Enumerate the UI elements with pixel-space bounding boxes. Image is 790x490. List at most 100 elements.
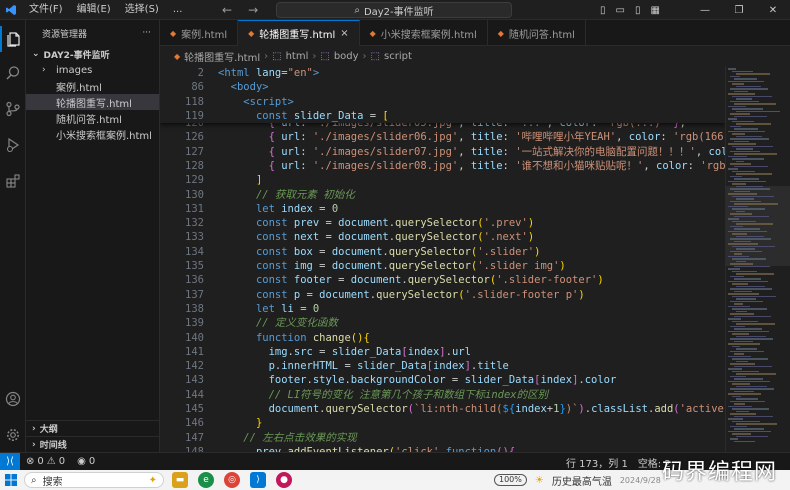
weather-text[interactable]: 历史最高气温 [552, 473, 612, 488]
minimap-line [730, 138, 769, 140]
code-line[interactable]: 147 // 左右点击效果的实现 [160, 431, 725, 445]
tree-item-carousel-html[interactable]: 轮播图重写.html [26, 94, 159, 110]
timeline-section[interactable]: › 时间线 [26, 436, 160, 452]
code-line[interactable]: 118 <script> [160, 95, 725, 109]
tab-random-qa-html[interactable]: ◆ 随机问答.html [488, 20, 586, 46]
line-number: 135 [185, 260, 204, 272]
toggle-panel-icon[interactable]: ▭ [616, 5, 625, 16]
minimap-line [732, 258, 766, 260]
code-line[interactable]: 137 const p = document.querySelector('.s… [160, 288, 725, 302]
restore-button[interactable]: ❐ [722, 0, 756, 20]
minimap-line [730, 213, 752, 215]
minimap-line [730, 200, 761, 202]
code-line[interactable]: 136 const footer = document.querySelecto… [160, 273, 725, 287]
toggle-secondary-sidebar-icon[interactable]: ▯ [635, 5, 641, 16]
more-actions-icon[interactable]: ··· [142, 28, 151, 38]
close-icon[interactable]: × [340, 28, 348, 39]
minimap-line [734, 278, 761, 280]
back-arrow-icon[interactable]: ← [222, 3, 232, 17]
minimap[interactable] [725, 66, 790, 452]
remote-icon[interactable]: ⟩⟨ [0, 452, 20, 471]
tab-case-html[interactable]: ◆ 案例.html [160, 20, 239, 46]
outline-section[interactable]: › 大纲 [26, 420, 160, 436]
cursor-position[interactable]: 行 173，列 1 [566, 455, 628, 470]
source-control-icon[interactable] [0, 96, 26, 122]
code-line[interactable]: 134 const box = document.querySelector('… [160, 245, 725, 259]
minimap-line [728, 280, 768, 282]
minimap-line [730, 313, 754, 315]
battery-indicator[interactable]: 100% [494, 474, 527, 486]
code-line[interactable]: 86 <body> [160, 80, 725, 94]
line-number: 118 [185, 95, 204, 108]
tree-item-images[interactable]: › images [26, 62, 159, 78]
code-line[interactable]: 133 const next = document.querySelector(… [160, 230, 725, 244]
minimap-line [734, 190, 750, 192]
line-number: 119 [185, 109, 204, 122]
file-explorer-icon[interactable]: ▬ [172, 472, 188, 488]
breadcrumb-file[interactable]: 轮播图重写.html [184, 49, 260, 64]
menu-file[interactable]: 文件(F) [22, 0, 70, 20]
minimize-button[interactable]: — [688, 0, 722, 20]
code-line[interactable]: 129 ] [160, 173, 725, 187]
code-line[interactable]: 144 // LI符号的变化 注意第几个孩子和数组下标index的区别 [160, 388, 725, 402]
menu-selection[interactable]: 选择(S) [118, 0, 166, 20]
windows-start-icon[interactable] [0, 470, 22, 490]
explorer-icon[interactable] [0, 26, 26, 52]
tree-item-case-html[interactable]: 案例.html [26, 78, 159, 94]
minimap-line [736, 98, 752, 100]
toggle-sidebar-icon[interactable]: ▯ [600, 5, 606, 16]
vscode-taskbar-icon[interactable]: ⟩ [250, 472, 266, 488]
menu-edit[interactable]: 编辑(E) [70, 0, 118, 20]
code-line[interactable]: 132 const prev = document.querySelector(… [160, 216, 725, 230]
command-center[interactable]: ⌕ Day2-事件监听 [276, 2, 512, 18]
minimap-line [734, 340, 753, 342]
ports-indicator[interactable]: ◉ 0 [71, 456, 101, 467]
account-icon[interactable] [0, 386, 26, 412]
run-debug-icon[interactable] [0, 132, 26, 158]
taskbar-date[interactable]: 2024/9/28 [620, 476, 661, 485]
code-line[interactable]: 139 // 定义变化函数 [160, 316, 725, 330]
code-line[interactable]: 128 { url: './images/slider08.jpg', titl… [160, 159, 725, 173]
code-line[interactable]: 119 const slider_Data = [ [160, 109, 725, 123]
code-line[interactable]: 138 let li = 0 [160, 302, 725, 316]
chevron-right-icon: › [32, 423, 36, 434]
code-line[interactable]: 135 const img = document.querySelector('… [160, 259, 725, 273]
taskbar-search[interactable]: ⌕ 搜索 ✦ [24, 472, 164, 488]
extensions-icon[interactable] [0, 168, 26, 194]
tab-xiaomi-search-html[interactable]: ◆ 小米搜索框案例.html [360, 20, 488, 46]
code-editor[interactable]: 2 <html lang="en"> 86 <body> 118 <script> 11… [160, 66, 725, 452]
workspace-section[interactable]: ⌄ DAY2-事件监听 [26, 46, 159, 62]
code-line[interactable]: 130 // 获取元素 初始化 [160, 188, 725, 202]
code-line[interactable]: 126 { url: './images/slider06.jpg', titl… [160, 130, 725, 144]
code-line[interactable]: 143 footer.style.backgroundColor = slide… [160, 373, 725, 387]
code-line[interactable]: 127 { url: './images/slider07.jpg', titl… [160, 145, 725, 159]
record-app-icon[interactable]: ● [276, 472, 292, 488]
forward-arrow-icon[interactable]: → [248, 3, 258, 17]
minimap-line [734, 128, 758, 130]
breadcrumb-script[interactable]: script [384, 51, 412, 62]
close-button[interactable]: ✕ [756, 0, 790, 20]
code-line[interactable]: 2 <html lang="en"> [160, 66, 725, 80]
code-line[interactable]: 145 document.querySelector(`li:nth-child… [160, 402, 725, 416]
code-line[interactable]: 140 function change(){ [160, 331, 725, 345]
edge-browser-icon[interactable]: e [198, 472, 214, 488]
breadcrumb-body[interactable]: body [334, 51, 359, 62]
tree-item-random-qa-html[interactable]: 随机问答.html [26, 110, 159, 126]
code-line[interactable]: 131 let index = 0 [160, 202, 725, 216]
code-line[interactable]: 146 } [160, 416, 725, 430]
code-line[interactable]: 142 p.innerHTML = slider_Data[index].tit… [160, 359, 725, 373]
search-icon[interactable] [0, 60, 26, 86]
problems-indicator[interactable]: ⊗ 0 ⚠ 0 [20, 456, 71, 467]
settings-gear-icon[interactable] [0, 422, 26, 448]
menu-more[interactable]: ... [166, 0, 190, 20]
chrome-browser-icon[interactable]: ◎ [224, 472, 240, 488]
tree-item-xiaomi-search-html[interactable]: 小米搜索框案例.html [26, 126, 159, 142]
code-line[interactable]: 148 prev.addEventListener('click',functi… [160, 445, 725, 452]
breadcrumb-html[interactable]: html [286, 51, 309, 62]
customize-layout-icon[interactable]: ▦ [650, 5, 659, 16]
code-line[interactable]: 141 img.src = slider_Data[index].url [160, 345, 725, 359]
tab-carousel-html[interactable]: ◆ 轮播图重写.html × [238, 20, 360, 46]
minimap-line [734, 215, 769, 217]
minimap-line [728, 368, 742, 370]
breadcrumb: ◆ 轮播图重写.html › ⬚ html › ⬚ body › ⬚ scrip… [160, 46, 790, 66]
